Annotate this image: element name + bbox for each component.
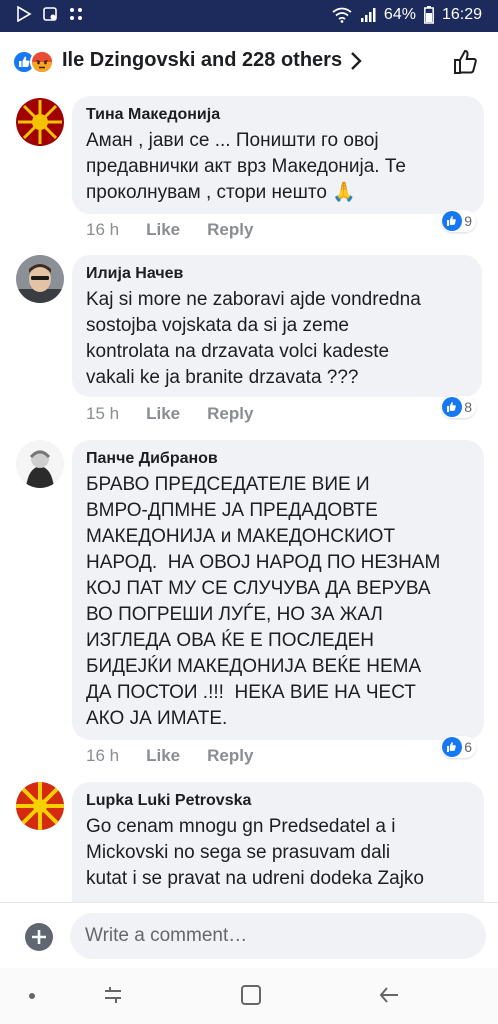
comment-actions: 16 h Like Reply bbox=[86, 746, 253, 766]
reply-button[interactable]: Reply bbox=[207, 404, 253, 424]
notification-icon bbox=[43, 7, 57, 21]
like-count-badge[interactable]: 9 bbox=[441, 210, 476, 232]
reactions-header[interactable]: Ile Dzingovski and 228 others bbox=[0, 32, 498, 90]
profile-photo-icon bbox=[16, 255, 64, 303]
clock: 16:29 bbox=[441, 6, 482, 23]
comment-bubble[interactable]: Lupka Luki Petrovska Go cenam mnogu gn P… bbox=[72, 782, 484, 902]
avatar[interactable] bbox=[16, 440, 64, 488]
avatar[interactable] bbox=[16, 782, 64, 830]
like-button[interactable]: Like bbox=[146, 404, 180, 424]
comment-input[interactable]: Write a comment… bbox=[70, 913, 486, 959]
comment-text: БРАВО ПРЕДСЕДАТЕЛЕ ВИЕ И ВМРО-ДПМНЕ ЈА П… bbox=[86, 474, 441, 729]
battery-percent: 64% bbox=[383, 6, 416, 23]
comment-time: 16 h bbox=[86, 220, 120, 239]
reply-button[interactable]: Reply bbox=[207, 746, 253, 766]
reactors-title[interactable]: Ile Dzingovski and 228 others bbox=[62, 49, 342, 72]
comment-bubble[interactable]: Тина Македонија Аман , јави се ... Пониш… bbox=[72, 96, 484, 214]
comment-text: Аман , јави се ... Поништи го овој преда… bbox=[86, 130, 406, 203]
avatar[interactable] bbox=[16, 98, 64, 146]
back-icon[interactable] bbox=[378, 984, 400, 1006]
play-store-icon bbox=[17, 6, 32, 22]
comment-bubble[interactable]: Панче Дибранов БРАВО ПРЕДСЕДАТЕЛЕ ВИЕ И … bbox=[72, 440, 484, 740]
signal-icon bbox=[360, 8, 376, 22]
like-icon bbox=[442, 737, 463, 757]
praying-hands-emoji: 🙏 bbox=[332, 182, 356, 203]
like-count-badge[interactable]: 8 bbox=[441, 396, 476, 418]
like-count: 8 bbox=[464, 399, 472, 415]
like-button[interactable]: Like bbox=[146, 746, 180, 766]
comment-composer: Write a comment… bbox=[0, 902, 498, 969]
like-thumb-icon[interactable] bbox=[452, 48, 480, 76]
comment-author[interactable]: Панче Дибранов bbox=[86, 450, 470, 468]
comment-author[interactable]: Илија Начев bbox=[86, 265, 468, 283]
like-icon bbox=[442, 397, 463, 417]
profile-photo-icon bbox=[16, 440, 64, 488]
home-dot-icon[interactable] bbox=[28, 992, 36, 1000]
sun-flag-icon bbox=[16, 782, 64, 830]
chevron-right-icon[interactable] bbox=[348, 49, 364, 73]
comment-time: 16 h bbox=[86, 746, 120, 765]
comment-time: 15 h bbox=[86, 404, 120, 423]
home-button-icon[interactable] bbox=[240, 984, 262, 1006]
like-count: 9 bbox=[464, 213, 472, 229]
like-icon bbox=[442, 211, 463, 231]
battery-icon bbox=[424, 6, 434, 24]
comment-text: Go cenam mnogu gn Predsedatel a i Mickov… bbox=[86, 816, 424, 889]
comment-item: Lupka Luki Petrovska Go cenam mnogu gn P… bbox=[0, 782, 498, 902]
comment-text: Kaj si more ne zaboravi ajde vondredna s… bbox=[86, 289, 421, 388]
avatar[interactable] bbox=[16, 255, 64, 303]
comment-author[interactable]: Тина Македонија bbox=[86, 106, 470, 124]
recent-apps-icon[interactable] bbox=[102, 984, 124, 1006]
angry-reaction-icon bbox=[30, 50, 54, 74]
reply-button[interactable]: Reply bbox=[207, 220, 253, 240]
reaction-icons bbox=[12, 50, 54, 74]
comment-bubble[interactable]: Илија Начев Kaj si more ne zaboravi ajde… bbox=[72, 255, 482, 397]
comment-author[interactable]: Lupka Luki Petrovska bbox=[86, 792, 470, 810]
like-button[interactable]: Like bbox=[146, 220, 180, 240]
wifi-icon bbox=[332, 7, 352, 23]
like-count: 6 bbox=[464, 739, 472, 755]
comment-actions: 16 h Like Reply bbox=[86, 220, 253, 240]
status-bar: 64% 16:29 bbox=[0, 0, 498, 32]
comment-actions: 15 h Like Reply bbox=[86, 404, 253, 424]
android-nav-bar bbox=[0, 968, 498, 1024]
like-count-badge[interactable]: 6 bbox=[441, 736, 476, 758]
add-attachment-icon[interactable] bbox=[25, 923, 53, 951]
dots-icon bbox=[70, 8, 82, 20]
sun-flag-icon bbox=[16, 98, 64, 146]
